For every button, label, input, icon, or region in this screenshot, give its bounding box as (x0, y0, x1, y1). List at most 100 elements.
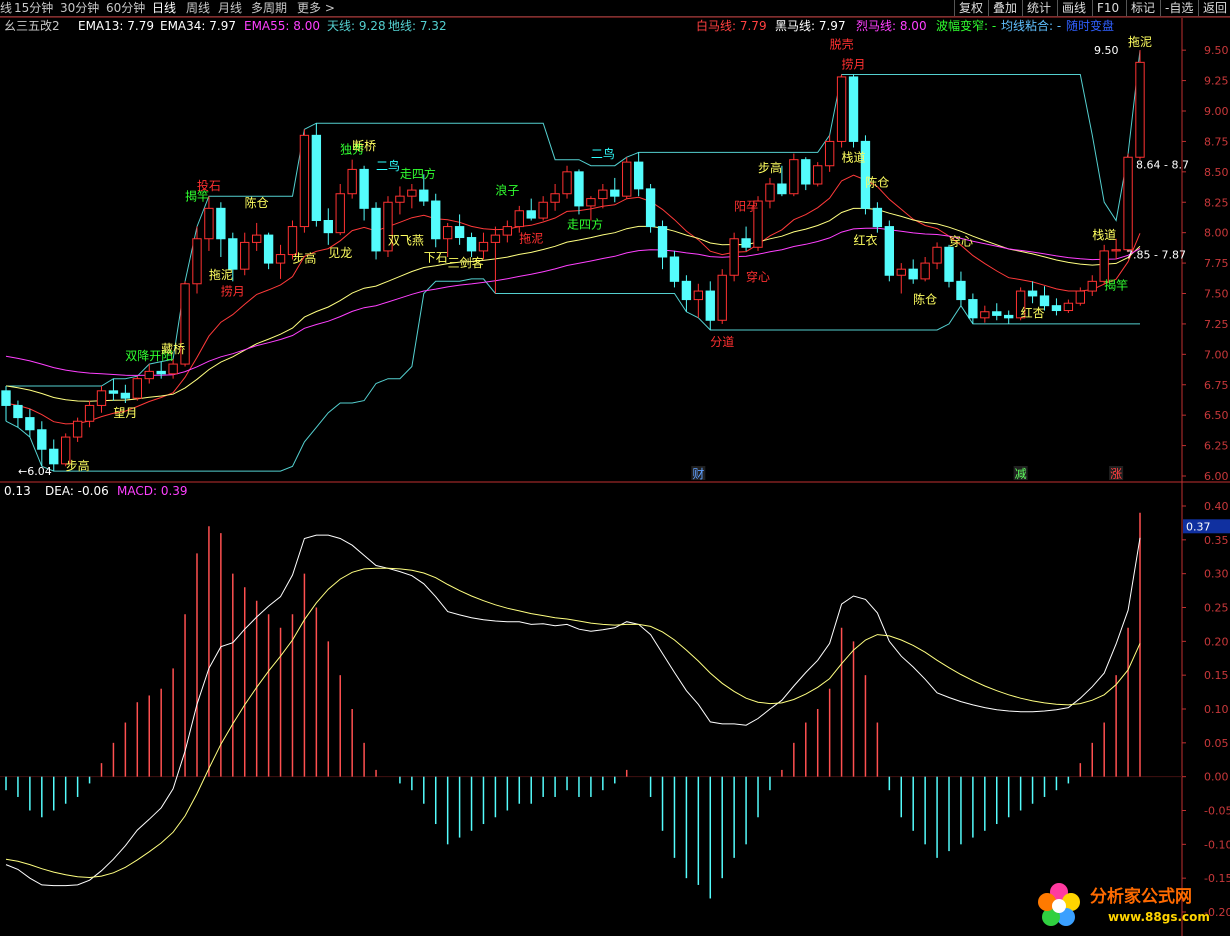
candle-body (538, 201, 548, 219)
price-tick-label: 7.50 (1204, 288, 1229, 301)
candle-body (789, 159, 799, 195)
candle-body (84, 404, 95, 422)
macd-panel (0, 512, 1182, 899)
signal-label: 二鸟 (591, 146, 615, 161)
candle-body (395, 195, 405, 203)
candle-body (168, 363, 178, 375)
candle-body (550, 193, 560, 203)
macd-tick-label: 0.35 (1204, 534, 1229, 547)
candle-body (836, 76, 847, 142)
macd-tick-label: 0.20 (1204, 635, 1229, 648)
candle-body (693, 290, 704, 301)
signal-label: 拖泥 (209, 268, 233, 282)
signal-label: 拖泥 (519, 232, 543, 246)
signal-label: 穿心 (746, 269, 770, 284)
signal-label: 捞月 (221, 284, 245, 298)
signal-label: 栈道 (842, 150, 866, 165)
candle-body (490, 234, 501, 243)
candle-body (96, 390, 107, 406)
candle-body (323, 220, 333, 234)
candle-body (645, 188, 656, 228)
candle-body (228, 238, 238, 270)
signal-label: 步高 (292, 251, 316, 266)
macd-tick-label: 0.05 (1204, 737, 1229, 750)
candle-body (216, 207, 226, 240)
signal-label: 穿心 (949, 234, 973, 249)
candle-body (526, 210, 536, 219)
stock-chart[interactable]: 9.50 9.25 9.00 8.75 8.50 8.25 8.00 7.75 7.50 7.25… (0, 0, 1230, 936)
candle-body (1063, 302, 1074, 312)
macd-tick-label: 0.40 (1204, 500, 1229, 513)
candle-body (944, 246, 954, 282)
candle-body (669, 256, 680, 282)
signal-label: 脱壳 (830, 37, 854, 52)
price-tick-label: 6.75 (1204, 379, 1229, 392)
candle-body (49, 448, 59, 465)
candle-body (1051, 305, 1062, 312)
candle-body (729, 238, 739, 276)
signal-label: 走四方 (400, 166, 436, 181)
marker-label: 减 (1015, 467, 1027, 481)
candle-body (25, 417, 35, 431)
candle-body (813, 165, 823, 185)
diff-line (5, 534, 1141, 887)
candle-body (920, 262, 930, 280)
candlesticks (1, 50, 1145, 472)
price-tick-label: 7.00 (1204, 348, 1229, 361)
macd-tick-label: -0.05 (1204, 805, 1230, 818)
macd-tick-label: 0.10 (1204, 703, 1229, 716)
candle-body (622, 161, 632, 197)
candle-body (204, 207, 214, 240)
signal-label: 步高 (758, 160, 782, 175)
candle-body (275, 254, 286, 264)
signal-label: 藏桥 (161, 342, 185, 356)
signal-label: 阳孕 (734, 200, 758, 214)
candle-body (442, 226, 453, 240)
candle-body (765, 183, 775, 202)
candle-body (192, 238, 202, 285)
candle-body (419, 189, 429, 202)
price-tick-label: 8.75 (1204, 135, 1229, 148)
signal-label: 揭竿 (1104, 277, 1128, 292)
signal-label: 捞月 (842, 58, 866, 72)
candle-body (108, 390, 119, 394)
macd-tick-label: 0.00 (1204, 771, 1229, 784)
candle-body (586, 198, 596, 207)
candle-body (120, 392, 131, 399)
candle-body (1099, 250, 1109, 282)
marker-label: 涨 (1110, 466, 1122, 481)
candle-body (992, 311, 1002, 316)
candle-body (263, 234, 274, 264)
candle-body (872, 207, 883, 228)
candle-body (156, 370, 166, 375)
candle-body (1027, 290, 1038, 297)
candle-body (371, 207, 381, 252)
signal-label: 三剑客 (448, 255, 484, 270)
candle-body (574, 171, 584, 207)
signal-label: 拖泥 (1128, 35, 1152, 49)
candle-body (657, 226, 668, 258)
signal-label: 红杏 (1021, 305, 1045, 320)
candle-body (956, 280, 966, 301)
candle-body (562, 171, 572, 195)
macd-tick-label: 0.30 (1204, 568, 1229, 581)
price-tick-label: 6.50 (1204, 409, 1229, 422)
signal-label: 分道 (710, 335, 734, 349)
signal-label: 二鸟 (376, 158, 400, 173)
candle-body (1, 390, 11, 406)
candle-body (717, 274, 727, 321)
signal-label: 红衣 (853, 232, 877, 247)
signal-label: 浪子 (495, 183, 519, 198)
candle-body (801, 159, 811, 185)
high-price-label: 9.50 (1094, 44, 1119, 57)
range-label: 8.64 - 8.7 (1136, 159, 1189, 172)
signal-label: 走四方 (567, 216, 603, 231)
candle-body (884, 226, 895, 276)
candle-body (240, 241, 250, 270)
chart-frame (0, 16, 1230, 936)
macd-tick-label: 0.25 (1204, 602, 1229, 615)
candle-body (13, 404, 23, 419)
candle-body (359, 168, 369, 209)
candle-body (824, 140, 835, 167)
signal-label: 下石 (424, 250, 448, 264)
